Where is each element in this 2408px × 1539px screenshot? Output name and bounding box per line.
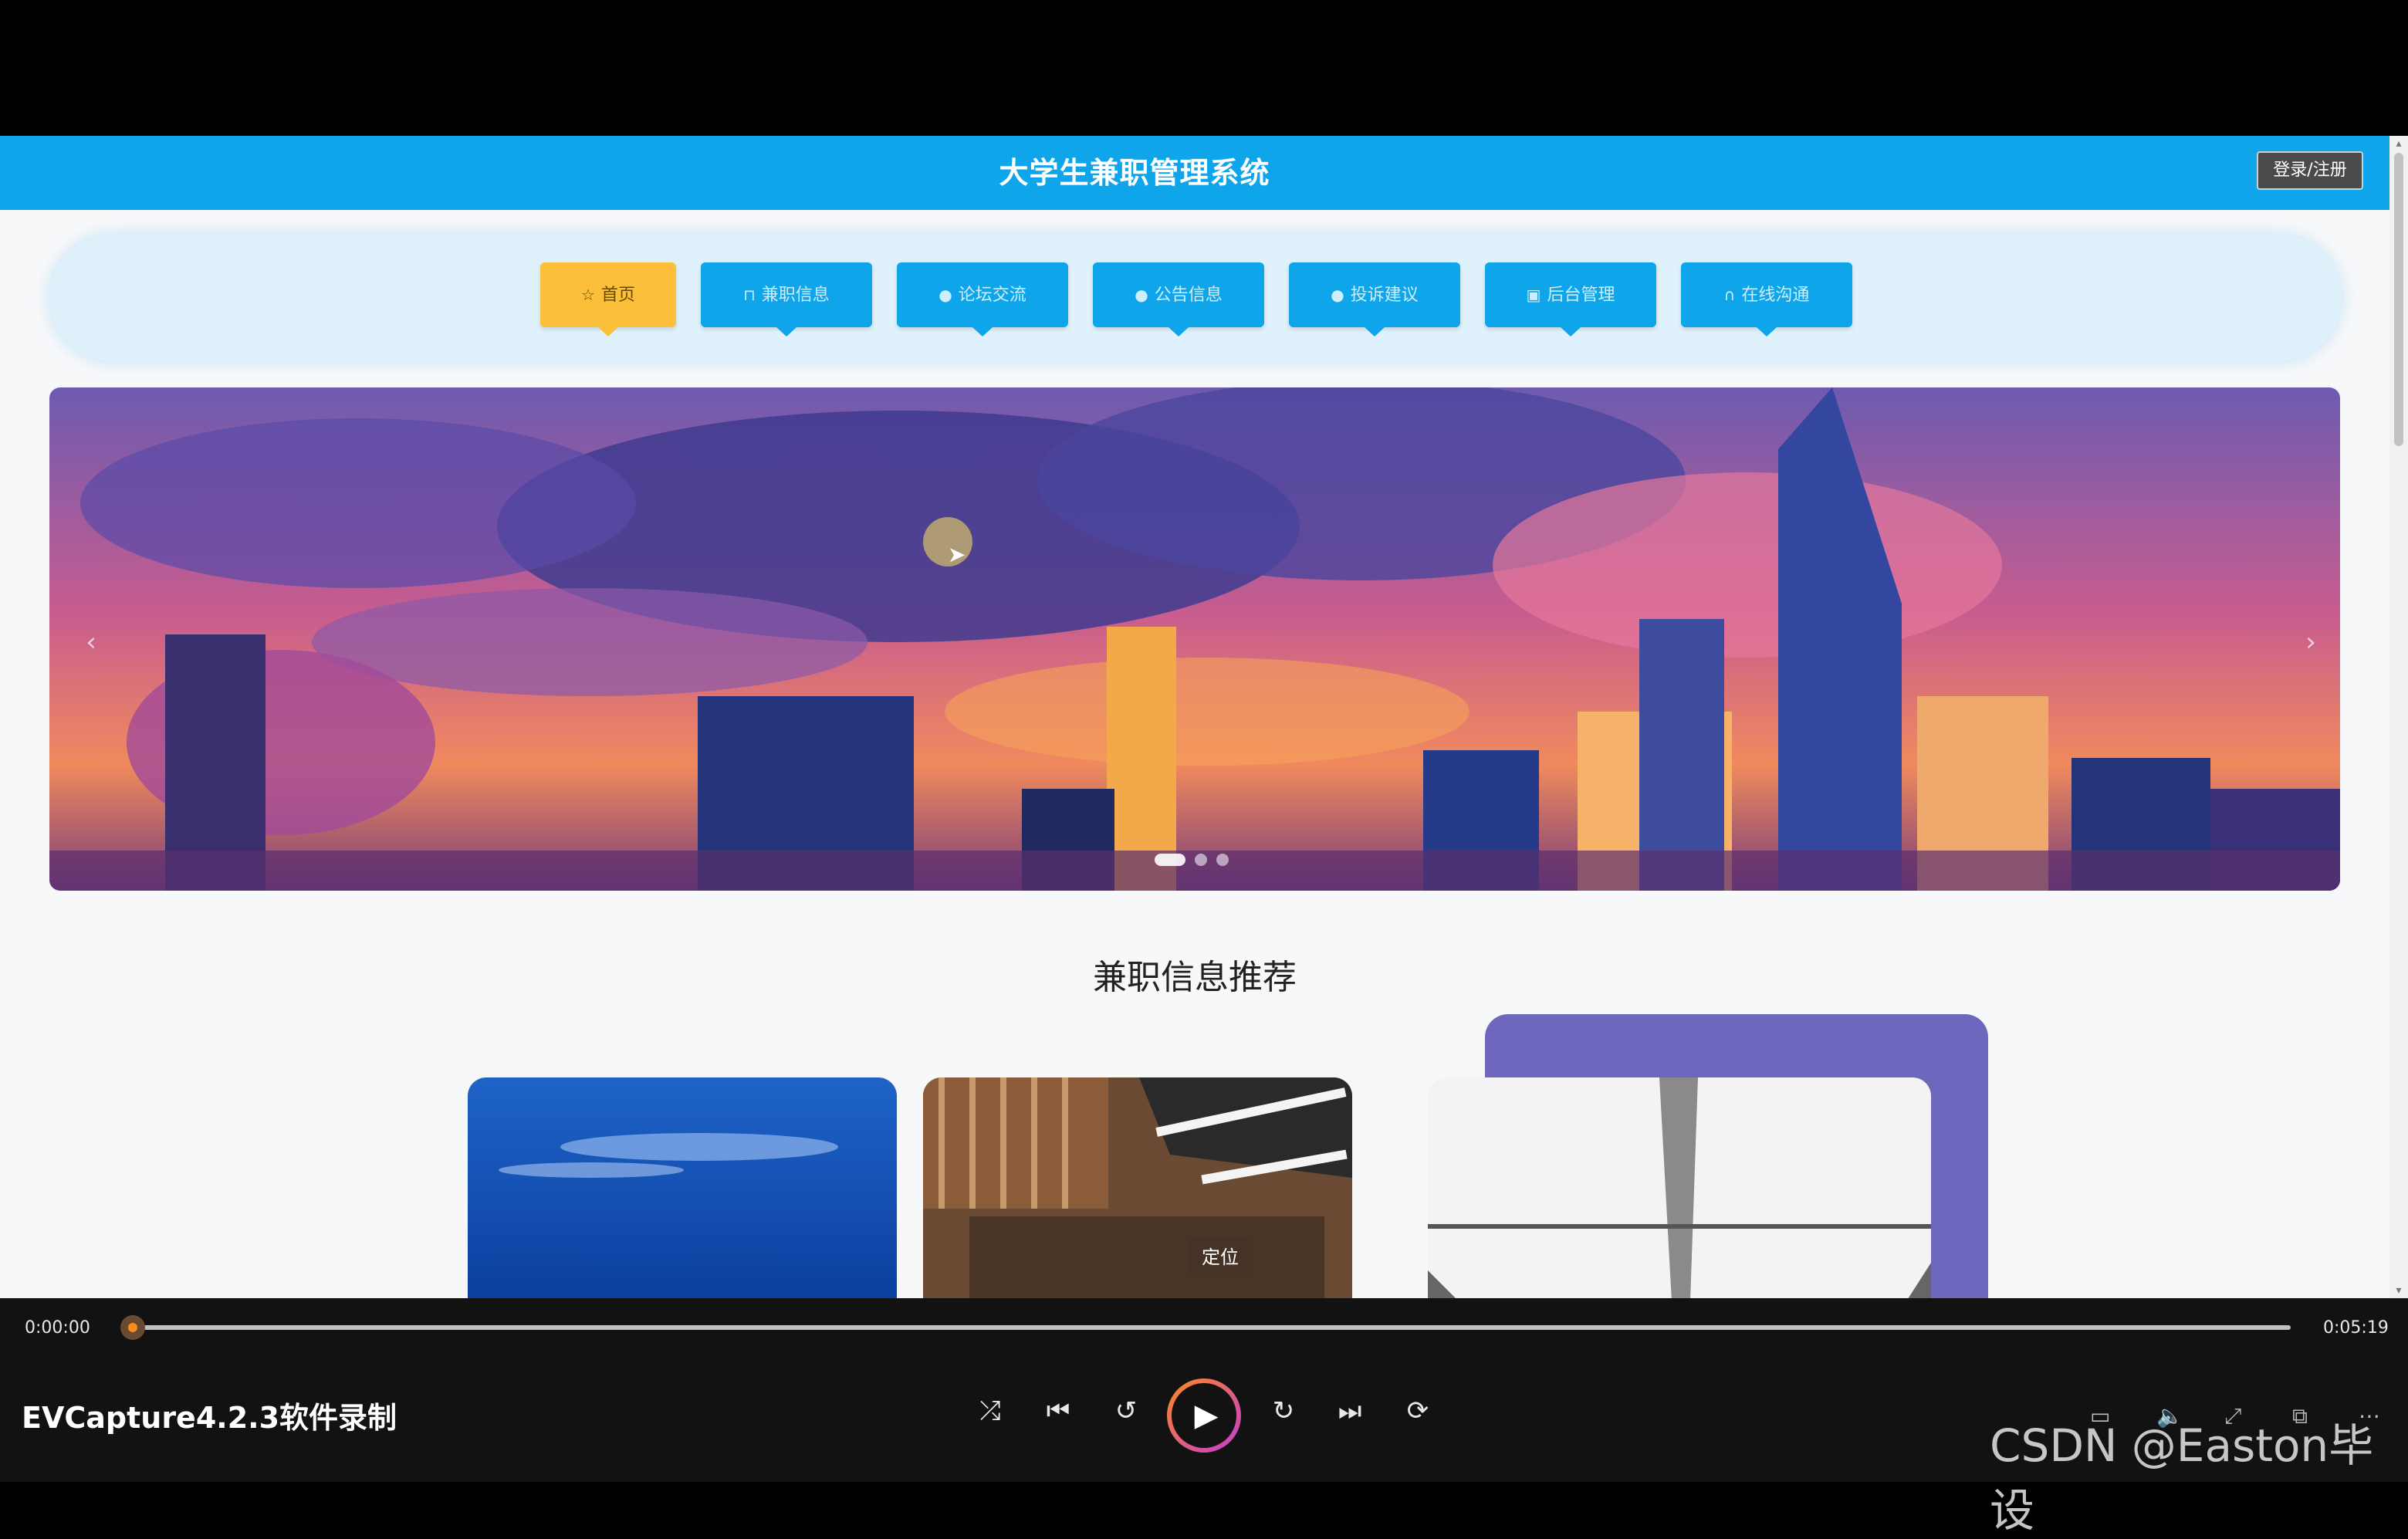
- scroll-down-icon[interactable]: ▾: [2393, 1284, 2405, 1297]
- mouse-cursor-icon: ➤: [948, 542, 966, 567]
- scroll-up-icon[interactable]: ▴: [2393, 137, 2405, 150]
- nav-item-announcements[interactable]: ● 公告信息: [1093, 262, 1264, 337]
- carousel-prev-button[interactable]: ‹: [76, 619, 107, 665]
- screen-top-letterbox: [0, 0, 2408, 136]
- card-image-interior: [923, 1077, 1352, 1298]
- star-icon: ☆: [581, 286, 595, 304]
- site-title: 大学生兼职管理系统: [999, 156, 1270, 190]
- recording-app-label: EVCapture4.2.3软件录制: [22, 1401, 397, 1435]
- carousel-dot-active[interactable]: [1155, 854, 1185, 866]
- play-button[interactable]: ▶: [1167, 1378, 1241, 1453]
- admin-icon: ▣: [1526, 286, 1541, 304]
- question-icon: ●: [1135, 286, 1148, 304]
- repeat-icon[interactable]: ⟳: [1398, 1395, 1437, 1426]
- nav-item-label: 论坛交流: [958, 286, 1026, 305]
- info-icon: ●: [1331, 286, 1344, 304]
- carousel-dot[interactable]: [1195, 854, 1207, 866]
- nav-item-label: 在线沟通: [1741, 286, 1810, 305]
- nav-item-forum[interactable]: ● 论坛交流: [897, 262, 1068, 337]
- current-time: 0:00:00: [25, 1318, 90, 1338]
- rewind-10-icon[interactable]: ↺: [1107, 1395, 1145, 1426]
- card-image-sky: [468, 1077, 897, 1298]
- locate-tooltip: 定位: [1189, 1238, 1252, 1277]
- progress-track[interactable]: [133, 1325, 2291, 1330]
- login-register-button[interactable]: 登录/注册: [2257, 151, 2363, 190]
- section-title: 兼职信息推荐: [1093, 958, 1297, 997]
- card-image-ceiling: [1428, 1077, 1931, 1298]
- total-time: 0:05:19: [2323, 1318, 2389, 1338]
- nav-item-online-chat[interactable]: ∩ 在线沟通: [1681, 262, 1852, 337]
- info-icon: ●: [939, 286, 952, 304]
- job-card[interactable]: [1428, 1077, 1931, 1298]
- page-scrollbar[interactable]: ▴ ▾: [2389, 136, 2408, 1298]
- banner-carousel[interactable]: ‹ ›: [49, 387, 2340, 891]
- job-card[interactable]: [923, 1077, 1352, 1298]
- job-card[interactable]: [468, 1077, 897, 1298]
- forward-30-icon[interactable]: ↻: [1264, 1395, 1303, 1426]
- previous-icon[interactable]: ⏮: [1039, 1395, 1077, 1426]
- nav-item-label: 后台管理: [1547, 286, 1615, 305]
- nav-item-complaints[interactable]: ● 投诉建议: [1289, 262, 1460, 337]
- web-page: 大学生兼职管理系统 登录/注册 ☆ 首页 ⊓ 兼职信息 ● 论坛交流 ● 公告信息 ● 投…: [0, 136, 2408, 1298]
- carousel-next-button[interactable]: ›: [2295, 619, 2326, 665]
- play-icon: ▶: [1172, 1383, 1236, 1448]
- briefcase-icon: ⊓: [743, 286, 756, 304]
- nav-item-job-info[interactable]: ⊓ 兼职信息: [701, 262, 872, 337]
- next-icon[interactable]: ⏭: [1331, 1395, 1369, 1426]
- scrollbar-thumb[interactable]: [2394, 153, 2403, 446]
- city-skyline-illustration: [49, 387, 2340, 891]
- nav-item-home[interactable]: ☆ 首页: [540, 262, 676, 337]
- shuffle-icon[interactable]: ⤮: [971, 1395, 1010, 1426]
- csdn-watermark: CSDN @Easton毕设: [1990, 1419, 2374, 1537]
- nav-item-label: 公告信息: [1154, 286, 1223, 305]
- progress-knob-center: [128, 1323, 137, 1332]
- nav-item-label: 兼职信息: [761, 286, 830, 305]
- nav-item-label: 投诉建议: [1350, 286, 1419, 305]
- site-header: 大学生兼职管理系统 登录/注册: [0, 136, 2389, 210]
- nav-item-label: 首页: [600, 286, 635, 305]
- carousel-dot[interactable]: [1216, 854, 1229, 866]
- nav-item-admin[interactable]: ▣ 后台管理: [1485, 262, 1656, 337]
- headset-icon: ∩: [1723, 286, 1736, 304]
